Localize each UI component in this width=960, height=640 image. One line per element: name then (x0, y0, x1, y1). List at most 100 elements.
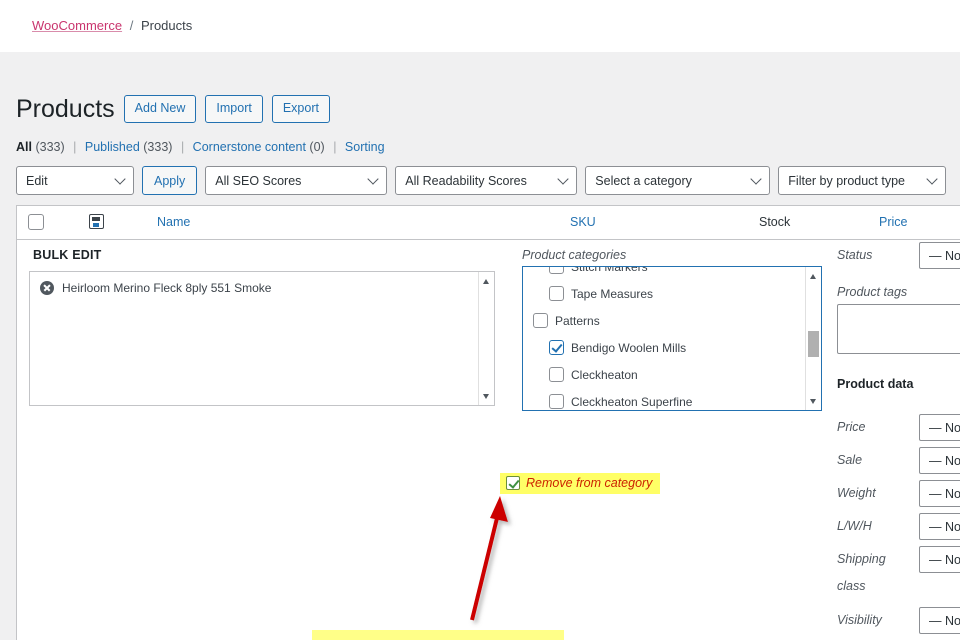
filter-link-published[interactable]: Published (85, 140, 140, 154)
status-label: Status (837, 248, 873, 262)
column-header-name[interactable]: Name (157, 215, 190, 229)
breadcrumb-bar: WooCommerce / Products (0, 0, 960, 52)
bulk-edit-title: BULK EDIT (33, 248, 102, 262)
bulk-action-value: Edit (26, 173, 48, 188)
category-checkbox[interactable] (549, 367, 564, 382)
price-label: Price (837, 420, 866, 434)
product-data-label: Product data (837, 377, 914, 391)
lwh-value: — No chan (929, 519, 960, 534)
bulk-action-select[interactable]: Edit (16, 166, 134, 195)
category-list: Stitch Markers Tape Measures Patterns Be… (523, 266, 807, 410)
column-header-stock: Stock (759, 215, 791, 229)
category-label: Stitch Markers (571, 266, 648, 274)
visibility-value: — No chan (929, 613, 960, 628)
filter-count-cornerstone: (0) (309, 140, 325, 154)
product-tags-input[interactable] (837, 304, 960, 354)
sale-value: — No chan (929, 453, 960, 468)
status-value: — No Cha (929, 248, 960, 263)
selected-product-label: Heirloom Merino Fleck 8ply 551 Smoke (62, 281, 272, 295)
select-all-checkbox[interactable] (28, 214, 44, 230)
filter-separator-1: | (73, 140, 77, 154)
category-label: Cleckheaton Superfine (571, 394, 693, 409)
status-select[interactable]: — No Cha (919, 242, 960, 269)
visibility-select[interactable]: — No chan (919, 607, 960, 634)
image-icon (89, 214, 104, 229)
filter-separator-3: | (333, 140, 337, 154)
category-checkbox[interactable] (549, 286, 564, 301)
category-row-tape-measures[interactable]: Tape Measures (523, 280, 807, 307)
selected-products-list[interactable]: Heirloom Merino Fleck 8ply 551 Smoke (29, 271, 495, 406)
scrollbar-thumb[interactable] (808, 331, 819, 357)
category-filter-value: Select a category (595, 173, 692, 188)
remove-icon[interactable] (40, 281, 54, 295)
add-new-button[interactable]: Add New (123, 95, 197, 123)
shipping-class-label-line2: class (837, 579, 866, 593)
visibility-label: Visibility (837, 613, 882, 627)
readability-filter-select[interactable]: All Readability Scores (395, 166, 578, 195)
filter-count-published: (333) (143, 140, 173, 154)
category-label: Cleckheaton (571, 367, 638, 382)
remove-from-category-checkbox[interactable] (506, 476, 520, 490)
list-item: Heirloom Merino Fleck 8ply 551 Smoke (40, 281, 271, 295)
column-header-price[interactable]: Price (879, 215, 907, 229)
filter-link-cornerstone[interactable]: Cornerstone content (193, 140, 306, 154)
category-checkbox-checked[interactable] (549, 340, 564, 355)
products-table: Name SKU Stock Price Ca BULK EDIT Heirlo… (16, 205, 960, 640)
lwh-select[interactable]: — No chan (919, 513, 960, 540)
category-checkbox[interactable] (533, 313, 548, 328)
lwh-label: L/W/H (837, 519, 872, 533)
scroll-down-icon[interactable] (806, 394, 821, 408)
category-row-stitch-markers[interactable]: Stitch Markers (523, 266, 807, 280)
scroll-up-icon[interactable] (806, 269, 821, 283)
remove-from-category-label: Remove from category (526, 476, 653, 490)
price-select[interactable]: — No chan (919, 414, 960, 441)
filter-link-all[interactable]: All (16, 140, 32, 154)
product-tags-label: Product tags (837, 285, 908, 299)
seo-score-filter-select[interactable]: All SEO Scores (205, 166, 388, 195)
remove-from-category-row[interactable]: Remove from category (500, 473, 661, 494)
breadcrumb-separator: / (129, 18, 134, 33)
weight-label: Weight (837, 486, 876, 500)
scrollbar[interactable] (478, 272, 494, 405)
apply-button[interactable]: Apply (142, 166, 198, 195)
product-categories-label: Product categories (522, 248, 627, 262)
category-label: Bendigo Woolen Mills (571, 340, 687, 355)
table-toolbar: Edit Apply All SEO Scores All Readabilit… (16, 166, 947, 195)
column-header-sku[interactable]: SKU (570, 215, 596, 229)
filter-separator-2: | (180, 140, 185, 154)
weight-value: — No chan (929, 486, 960, 501)
breadcrumb: WooCommerce / Products (32, 18, 192, 33)
export-button[interactable]: Export (271, 95, 330, 123)
shipping-class-select[interactable]: — No chan (919, 546, 960, 573)
category-filter-select[interactable]: Select a category (585, 166, 771, 195)
scrollbar[interactable] (805, 267, 821, 410)
scroll-up-icon[interactable] (479, 274, 494, 288)
category-checkbox[interactable] (549, 267, 564, 274)
price-value: — No chan (929, 420, 960, 435)
breadcrumb-link-woocommerce[interactable]: WooCommerce (32, 18, 122, 33)
image-column-icon (89, 214, 104, 229)
bulk-edit-panel: BULK EDIT Heirloom Merino Fleck 8ply 551… (17, 240, 960, 640)
breadcrumb-current: Products (140, 18, 193, 33)
category-row-cleckheaton[interactable]: Cleckheaton (523, 361, 807, 388)
readability-value: All Readability Scores (405, 173, 527, 188)
scroll-down-icon[interactable] (479, 389, 494, 403)
products-page: WooCommerce / Products Products Add New … (0, 0, 960, 640)
weight-select[interactable]: — No chan (919, 480, 960, 507)
category-row-patterns[interactable]: Patterns (523, 307, 807, 334)
category-row-cleckheaton-superfine[interactable]: Cleckheaton Superfine (523, 388, 807, 410)
annotation-callout: Plugin adds new feature (312, 630, 564, 640)
sale-select[interactable]: — No chan (919, 447, 960, 474)
product-type-filter-select[interactable]: Filter by product type (778, 166, 947, 195)
table-header-row: Name SKU Stock Price Ca (17, 206, 960, 240)
product-categories-box[interactable]: Stitch Markers Tape Measures Patterns Be… (522, 266, 822, 411)
filter-count-all: (333) (35, 140, 65, 154)
category-row-bendigo-woolen-mills[interactable]: Bendigo Woolen Mills (523, 334, 807, 361)
category-checkbox[interactable] (549, 394, 564, 409)
filter-link-sorting[interactable]: Sorting (345, 140, 385, 154)
import-button[interactable]: Import (205, 95, 263, 123)
status-filter-links: All (333) | Published (333) | Cornerston… (16, 140, 385, 154)
apply-label: Apply (154, 173, 186, 188)
page-body: Products Add New Import Export All (333)… (0, 52, 960, 640)
page-title: Products (16, 95, 115, 123)
